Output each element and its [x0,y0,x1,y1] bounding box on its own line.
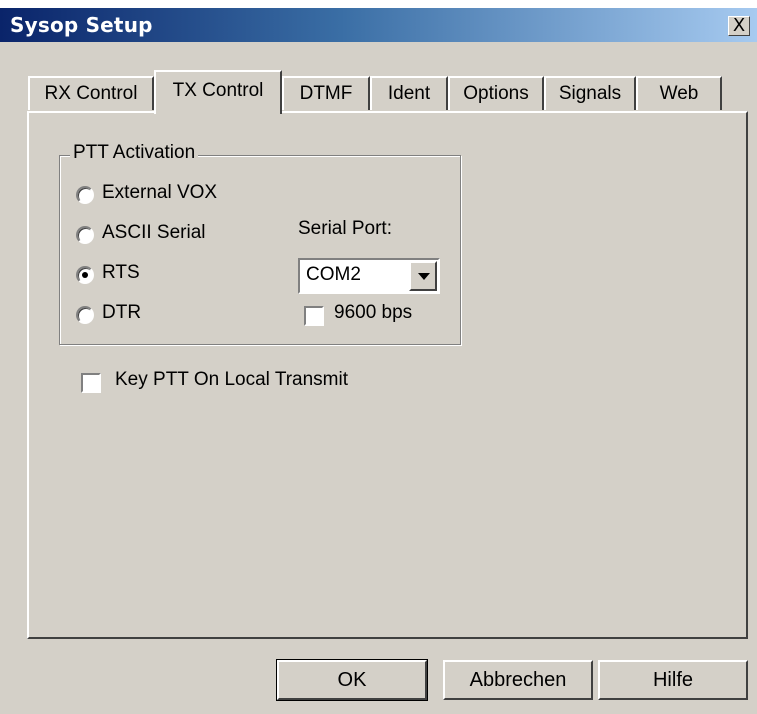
serial-port-dropdown-button[interactable] [409,261,437,291]
radio-rts[interactable] [76,266,94,284]
tx-control-panel: PTT Activation External VOX ASCII Serial… [27,111,748,639]
baud-9600-label[interactable]: 9600 bps [334,302,412,324]
tab-ident[interactable]: Ident [370,76,448,110]
key-ptt-label[interactable]: Key PTT On Local Transmit [115,369,348,391]
title-bar[interactable]: Sysop Setup X [0,8,757,42]
ptt-activation-group: PTT Activation External VOX ASCII Serial… [59,142,461,345]
tab-options[interactable]: Options [448,76,544,110]
help-button[interactable]: Hilfe [598,660,748,700]
key-ptt-checkbox[interactable] [81,373,101,393]
tab-rx-control[interactable]: RX Control [28,76,154,110]
tab-strip: RX Control TX Control DTMF Ident Options… [28,70,728,114]
cancel-button[interactable]: Abbrechen [443,660,593,700]
radio-external-vox[interactable] [76,186,94,204]
radio-label-rts[interactable]: RTS [102,262,140,284]
radio-label-external-vox[interactable]: External VOX [102,182,217,204]
radio-label-dtr[interactable]: DTR [102,302,141,324]
window-title: Sysop Setup [10,13,153,37]
ptt-activation-caption: PTT Activation [70,142,199,164]
chevron-down-icon [418,273,430,280]
radio-label-ascii-serial[interactable]: ASCII Serial [102,222,205,244]
baud-9600-checkbox[interactable] [304,306,324,326]
serial-port-value: COM2 [306,264,361,285]
sysop-setup-dialog: Sysop Setup X RX Control TX Control DTMF… [0,8,757,714]
tab-web[interactable]: Web [636,76,722,110]
serial-port-label: Serial Port: [298,218,392,239]
tab-signals[interactable]: Signals [544,76,636,110]
ok-button[interactable]: OK [276,659,428,701]
close-button[interactable]: X [728,16,750,36]
serial-port-select[interactable]: COM2 [298,258,440,294]
close-icon: X [732,15,746,36]
radio-dtr[interactable] [76,306,94,324]
tab-dtmf[interactable]: DTMF [282,76,370,110]
radio-dot-rts [82,272,88,278]
tab-tx-control[interactable]: TX Control [154,70,282,114]
radio-ascii-serial[interactable] [76,226,94,244]
